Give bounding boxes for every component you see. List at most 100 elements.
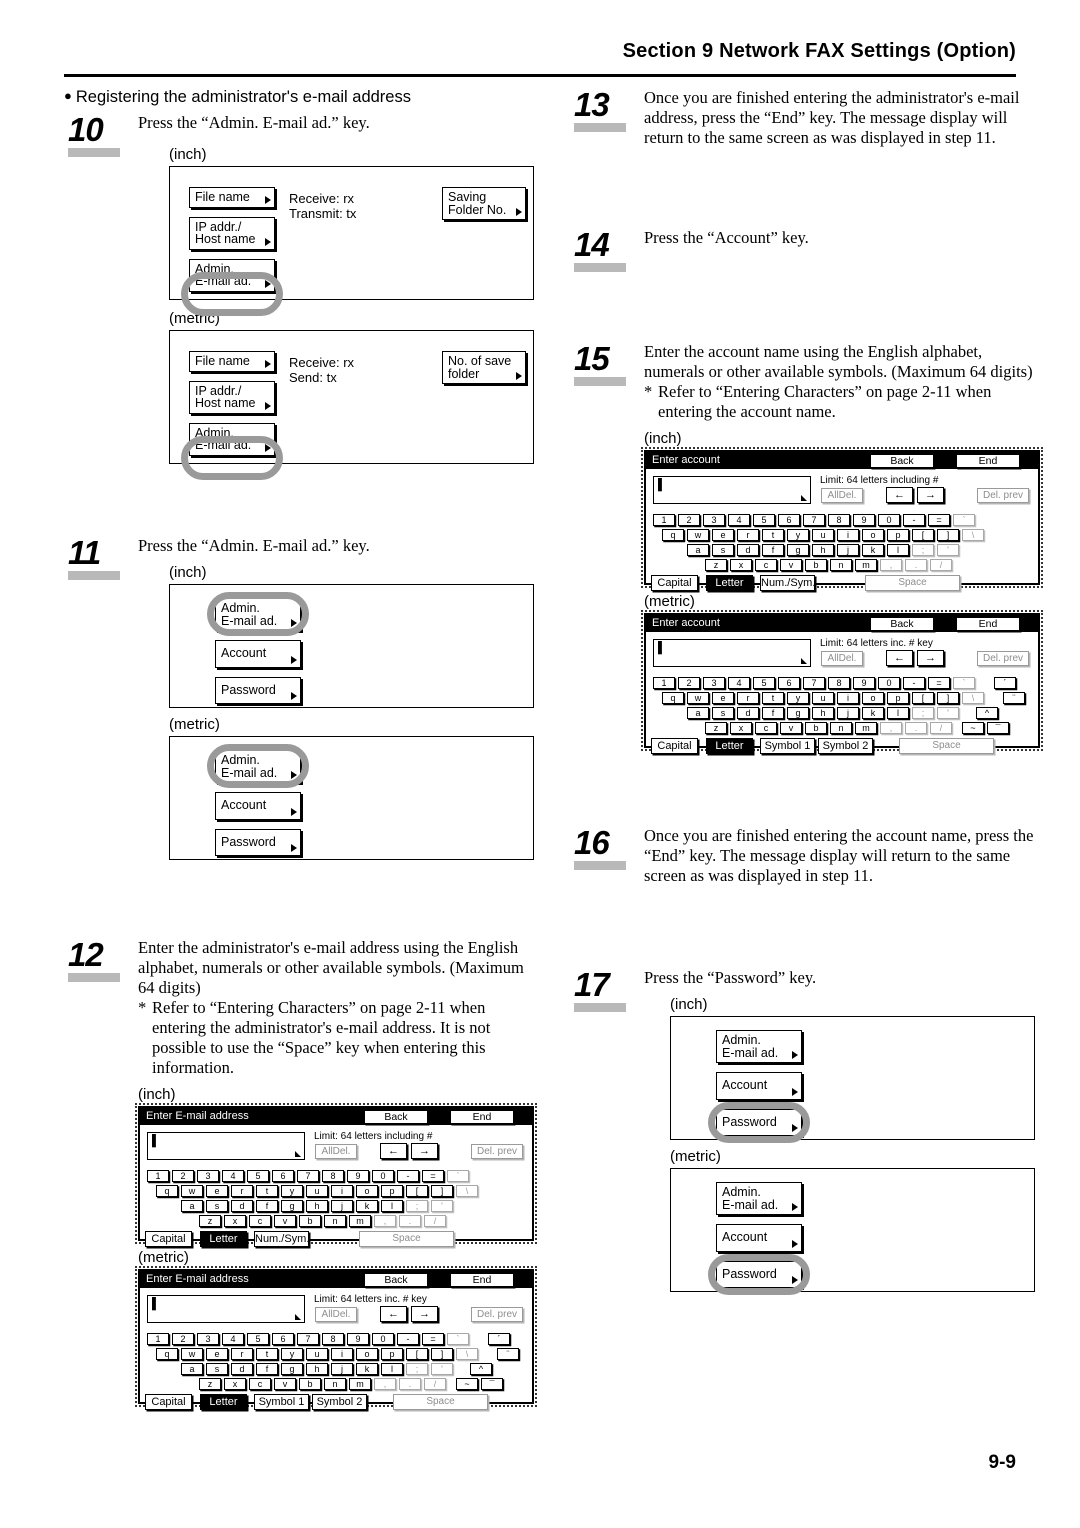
keycap-g[interactable]: g <box>787 544 809 556</box>
keycap-2[interactable]: 2 <box>678 514 700 526</box>
keycap-7[interactable]: 7 <box>803 514 825 526</box>
keycap-h[interactable]: h <box>812 707 834 719</box>
keycap-h[interactable]: h <box>306 1363 328 1375</box>
keycap-[interactable]: - <box>397 1333 419 1345</box>
keycap-g[interactable]: g <box>787 707 809 719</box>
keycap-t[interactable]: t <box>256 1348 278 1360</box>
keycap-[interactable]: = <box>928 514 950 526</box>
keycap-[interactable]: \ <box>456 1348 478 1360</box>
key-file-name[interactable]: File name <box>189 187 275 208</box>
keycap-[interactable]: [ <box>406 1185 428 1197</box>
key-account[interactable]: Account <box>716 1224 802 1252</box>
keycap-3[interactable]: 3 <box>197 1170 219 1182</box>
keycap-[interactable]: \ <box>456 1185 478 1197</box>
keycap-a[interactable]: a <box>687 707 709 719</box>
keycap-g[interactable]: g <box>281 1363 303 1375</box>
text-input-field[interactable]: ▌ <box>147 1132 305 1160</box>
keycap-s[interactable]: s <box>206 1363 228 1375</box>
keycap-[interactable]: . <box>905 559 927 571</box>
keycap-z[interactable]: z <box>705 722 727 734</box>
keycap-f[interactable]: f <box>762 707 784 719</box>
capital-button[interactable]: Capital <box>145 1394 192 1410</box>
keycap-a[interactable]: a <box>181 1200 203 1212</box>
keycap-[interactable]: - <box>397 1170 419 1182</box>
keycap-[interactable]: . <box>399 1215 421 1227</box>
space-button[interactable]: Space <box>359 1231 454 1247</box>
keycap-1[interactable]: 1 <box>653 514 675 526</box>
keycap-q[interactable]: q <box>156 1185 178 1197</box>
keycap-2[interactable]: 2 <box>172 1170 194 1182</box>
end-button[interactable]: End <box>956 453 1020 468</box>
keycap-[interactable]: ] <box>431 1185 453 1197</box>
end-button[interactable]: End <box>956 616 1020 631</box>
key-admin-email[interactable]: Admin. E-mail ad. <box>215 750 301 783</box>
keycap-[interactable]: ' <box>431 1363 453 1375</box>
keycap-[interactable]: ` <box>953 514 975 526</box>
keycap-o[interactable]: o <box>862 692 884 704</box>
keycap-7[interactable]: 7 <box>297 1170 319 1182</box>
keycap-o[interactable]: o <box>862 529 884 541</box>
keycap-8[interactable]: 8 <box>322 1333 344 1345</box>
back-button[interactable]: Back <box>364 1109 428 1124</box>
keycap-1[interactable]: 1 <box>653 677 675 689</box>
keycap-f[interactable]: f <box>762 544 784 556</box>
keycap-x[interactable]: x <box>730 559 752 571</box>
keycap-[interactable]: \ <box>962 692 984 704</box>
keycap-j[interactable]: j <box>331 1200 353 1212</box>
cursor-right-button[interactable]: → <box>411 1143 438 1159</box>
keycap-i[interactable]: i <box>331 1185 353 1197</box>
keycap-u[interactable]: u <box>306 1348 328 1360</box>
keycap-t[interactable]: t <box>256 1185 278 1197</box>
keycap-[interactable]: / <box>424 1378 446 1390</box>
keycap-[interactable]: ; <box>912 544 934 556</box>
keycap-d[interactable]: d <box>231 1200 253 1212</box>
keycap-t[interactable]: t <box>762 692 784 704</box>
keycap-v[interactable]: v <box>274 1378 296 1390</box>
keycap-i[interactable]: i <box>331 1348 353 1360</box>
keycap-u[interactable]: u <box>812 692 834 704</box>
keycap-y[interactable]: y <box>787 692 809 704</box>
symbol1-button[interactable]: Symbol 1 <box>760 738 815 754</box>
keycap-p[interactable]: p <box>381 1348 403 1360</box>
cursor-right-button[interactable]: → <box>411 1306 438 1322</box>
keycap-[interactable]: ' <box>937 544 959 556</box>
keycap-j[interactable]: j <box>837 544 859 556</box>
cursor-left-button[interactable]: ← <box>886 487 913 503</box>
keycap-[interactable]: [ <box>912 692 934 704</box>
keycap-q[interactable]: q <box>662 692 684 704</box>
key-ip-host[interactable]: IP addr./Host name <box>189 380 275 414</box>
key-no-of-save-folder[interactable]: No. of save folder <box>442 351 526 384</box>
keycap-n[interactable]: n <box>324 1378 346 1390</box>
keycap-l[interactable]: l <box>381 1363 403 1375</box>
keycap-d[interactable]: d <box>737 707 759 719</box>
symbol1-button[interactable]: Symbol 1 <box>254 1394 309 1410</box>
keycap-i[interactable]: i <box>837 529 859 541</box>
keycap-8[interactable]: 8 <box>828 677 850 689</box>
keycap-6[interactable]: 6 <box>272 1170 294 1182</box>
keycap-r[interactable]: r <box>737 692 759 704</box>
keycap-c[interactable]: c <box>755 559 777 571</box>
key-admin-email[interactable]: Admin. E-mail ad. <box>189 422 275 456</box>
keycap-m[interactable]: m <box>349 1378 371 1390</box>
key-admin-email[interactable]: Admin. E-mail ad. <box>716 1030 802 1063</box>
keycap-w[interactable]: w <box>181 1185 203 1197</box>
keycap-p[interactable]: p <box>381 1185 403 1197</box>
back-button[interactable]: Back <box>870 453 934 468</box>
keycap-k[interactable]: k <box>356 1200 378 1212</box>
keycap-b[interactable]: b <box>299 1215 321 1227</box>
keycap-4[interactable]: 4 <box>728 677 750 689</box>
letter-button[interactable]: Letter <box>200 1231 247 1247</box>
key-password[interactable]: Password <box>716 1260 802 1288</box>
key-admin-email[interactable]: Admin. E-mail ad. <box>189 258 275 292</box>
keycap-w[interactable]: w <box>687 692 709 704</box>
keycap-4[interactable]: 4 <box>222 1170 244 1182</box>
keycap-e[interactable]: e <box>712 692 734 704</box>
keycap-k[interactable]: k <box>862 707 884 719</box>
keycap-i[interactable]: i <box>837 692 859 704</box>
keycap-c[interactable]: c <box>755 722 777 734</box>
keycap-[interactable]: - <box>903 514 925 526</box>
num-sym-button[interactable]: Num./Sym. <box>760 575 815 591</box>
keycap-v[interactable]: v <box>780 722 802 734</box>
capital-button[interactable]: Capital <box>145 1231 192 1247</box>
keycap-[interactable]: . <box>905 722 927 734</box>
